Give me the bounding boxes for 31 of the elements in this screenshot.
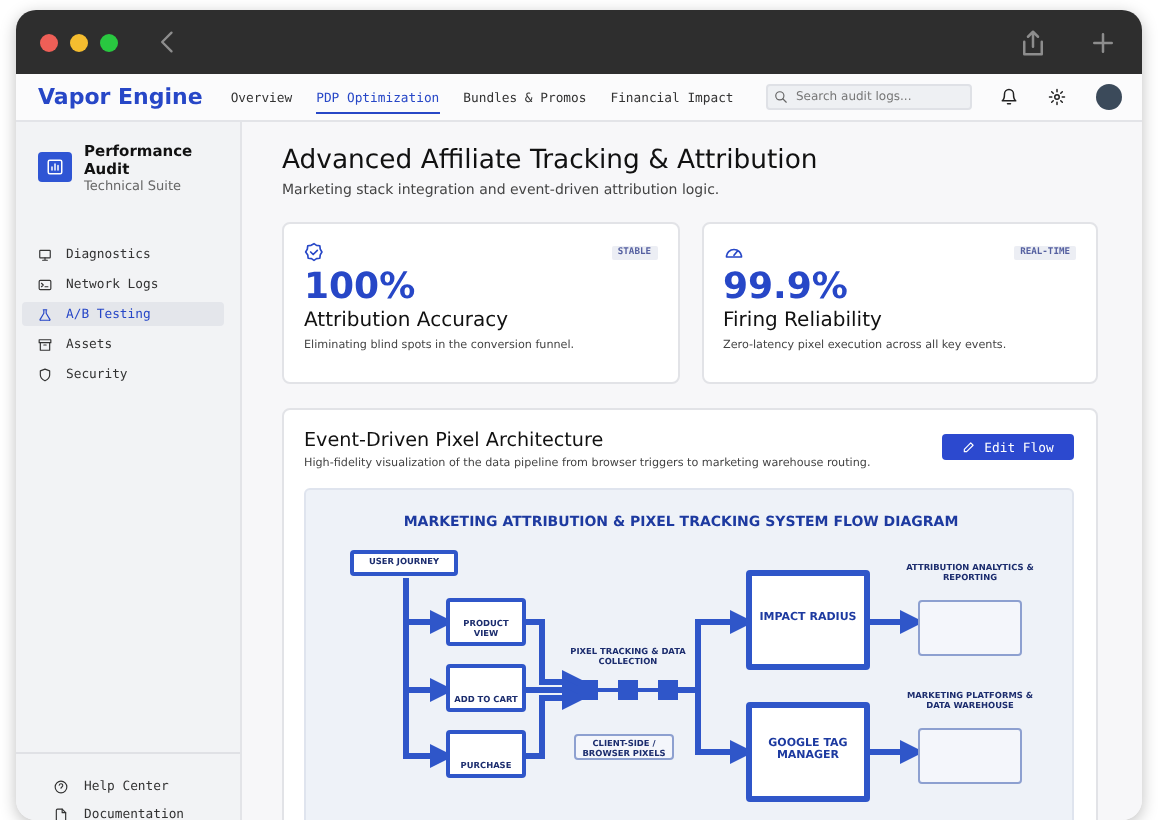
- search-icon: [774, 90, 788, 104]
- stat-value: 100%: [304, 266, 418, 310]
- chart-logo-icon: [46, 158, 64, 176]
- monitor-icon: [38, 247, 52, 261]
- terminal-icon: [38, 277, 52, 291]
- bell-icon[interactable]: [1000, 88, 1018, 106]
- share-icon[interactable]: [1018, 27, 1048, 57]
- stat-label: Attribution Accuracy: [304, 310, 511, 334]
- app-logo-text[interactable]: Vapor Engine: [38, 84, 203, 110]
- help-icon: [54, 779, 68, 793]
- archive-icon: [38, 337, 52, 351]
- verified-badge-icon: [304, 242, 324, 262]
- page-title: Advanced Affiliate Tracking & Attribution: [282, 146, 820, 176]
- avatar[interactable]: [1096, 84, 1122, 110]
- section-title: Event-Driven Pixel Architecture: [304, 430, 606, 452]
- new-tab-icon[interactable]: [1088, 27, 1118, 57]
- pixel-node-drawing: [578, 680, 678, 700]
- maximize-button[interactable]: [100, 33, 118, 51]
- flask-icon: [38, 307, 52, 321]
- connector-arrow: [870, 610, 924, 634]
- close-button[interactable]: [40, 33, 58, 51]
- shield-icon: [38, 367, 52, 381]
- stat-label: Firing Reliability: [723, 310, 884, 334]
- connector-arrow: [870, 740, 924, 764]
- settings-icon[interactable]: [1048, 88, 1066, 106]
- minimize-button[interactable]: [70, 33, 88, 51]
- output-panel: [918, 600, 1022, 656]
- edit-icon: [962, 440, 977, 454]
- output-panel: [918, 728, 1022, 784]
- stat-value: 99.9%: [723, 266, 850, 310]
- document-icon: [54, 807, 68, 820]
